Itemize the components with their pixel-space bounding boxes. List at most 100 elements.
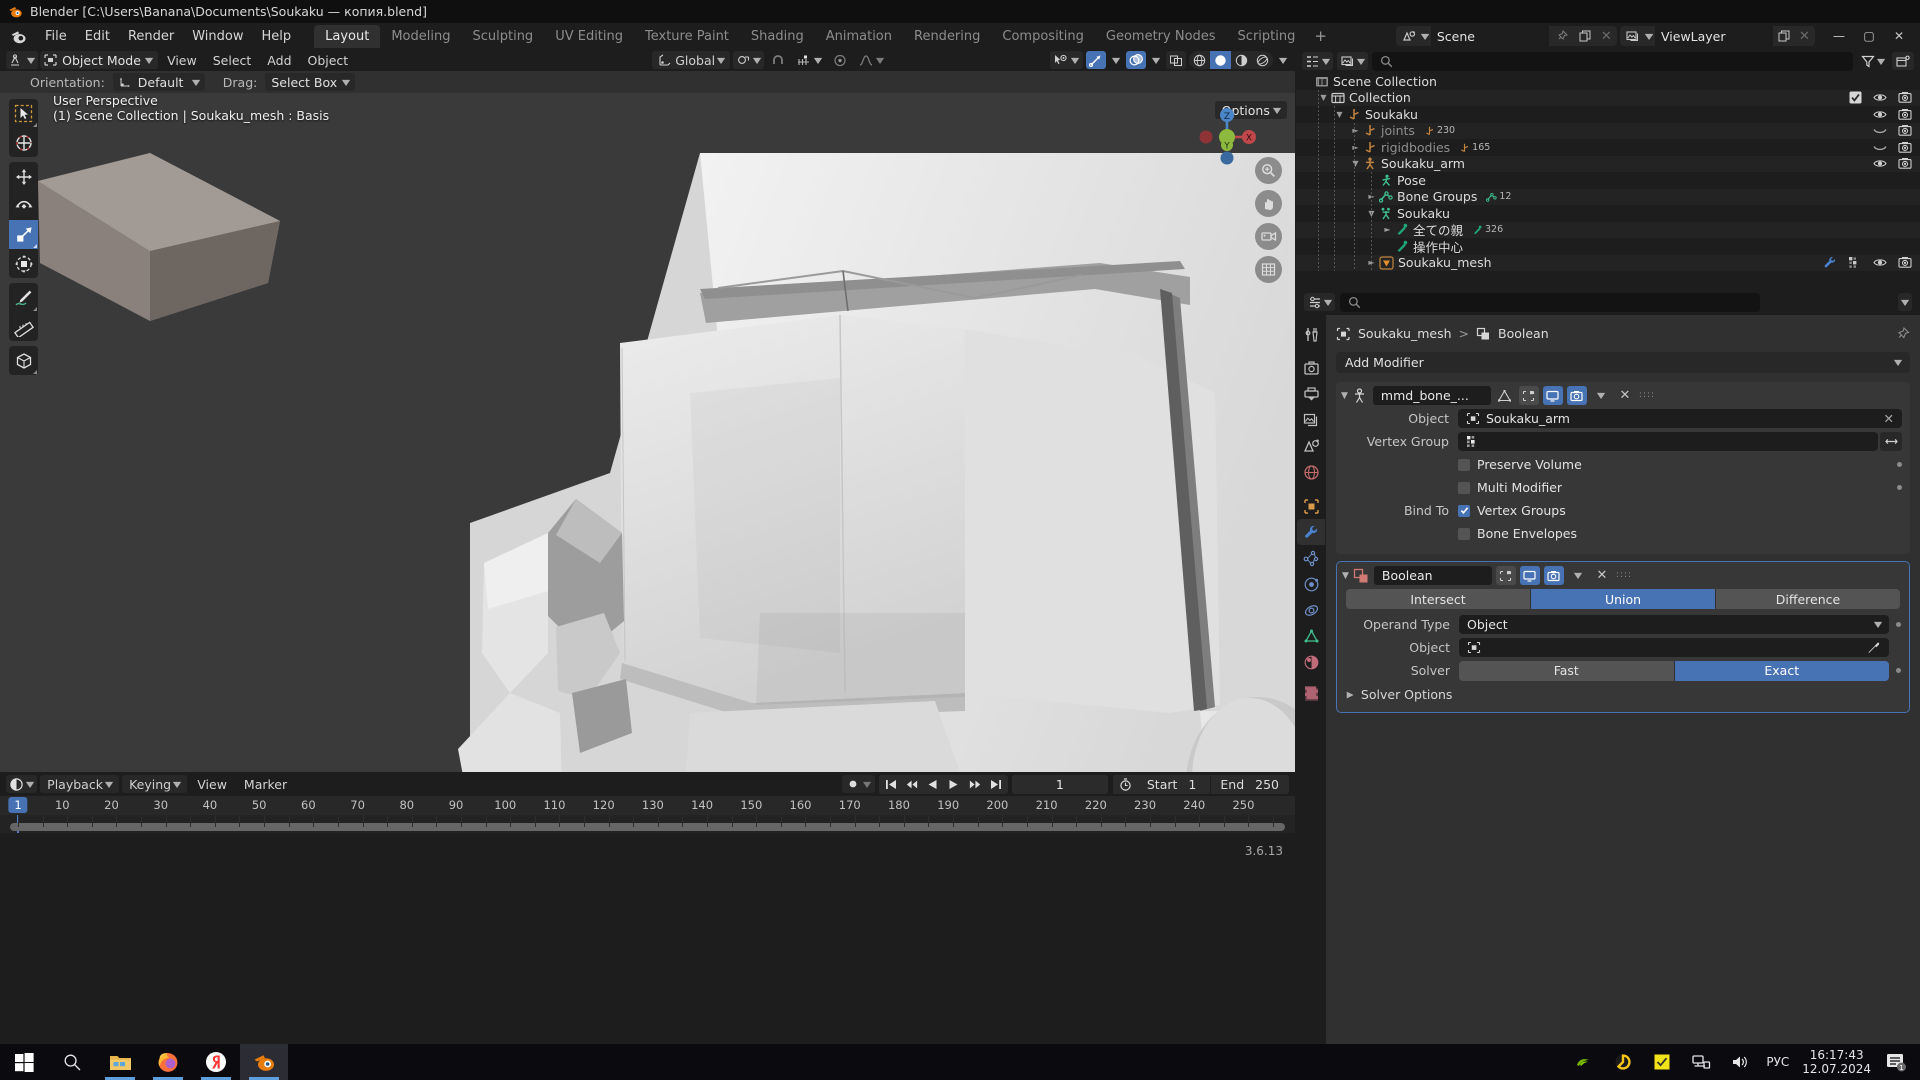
shading-mode-group[interactable] [1188,51,1273,69]
modifier-drag-handle[interactable]: :::: [1639,391,1654,400]
timeline-view-menu[interactable]: View [190,775,234,794]
tool-tweak[interactable] [9,99,38,128]
jump-to-end-button[interactable] [986,775,1006,793]
workspace-tab-texture-paint[interactable]: Texture Paint [634,25,740,48]
hide-in-viewport-icon[interactable] [1873,141,1887,154]
use-preview-range-icon[interactable] [1111,774,1138,794]
pin-scene-icon[interactable] [1549,30,1575,42]
end-frame-value[interactable]: 250 [1253,775,1289,794]
workspace-tab-geometry-nodes[interactable]: Geometry Nodes [1095,25,1227,48]
properties-editor-type-button[interactable]: ▼ [1304,293,1336,311]
viewport-menu-view[interactable]: View [160,51,204,70]
scene-name[interactable]: Scene [1430,26,1549,46]
outliner-row--[interactable]: 操作中心 [1296,238,1920,255]
modifier-render-toggle[interactable] [1566,386,1587,405]
window-close-button[interactable]: ✕ [1884,25,1914,48]
animate-property-dot[interactable] [1896,668,1901,673]
tab-texture[interactable] [1297,681,1325,707]
disable-in-renders-icon[interactable] [1898,108,1912,121]
outliner-row-icons[interactable] [1873,108,1912,121]
search-button[interactable] [48,1044,96,1080]
tab-world[interactable] [1297,459,1325,485]
timeline-marker-menu[interactable]: Marker [237,775,294,794]
outliner-row-soukaku[interactable]: ▼Soukaku [1296,205,1920,222]
auto-keying-toggle[interactable]: ▼ [841,775,875,793]
outliner-search-input[interactable] [1372,51,1853,71]
timeline-track-area[interactable] [0,815,1295,833]
new-scene-button[interactable] [1574,26,1596,46]
proportional-falloff-selector[interactable]: ▼ [854,51,887,69]
outliner-filter-button[interactable]: ▼ [1857,52,1888,70]
hide-in-viewport-icon[interactable] [1873,256,1887,269]
scene-selector[interactable]: ▼ Scene ✕ [1395,26,1617,46]
drag-dropdown[interactable]: Select Box ▼ [265,73,356,91]
solver-fast[interactable]: Fast [1459,660,1675,681]
boolean-op-union[interactable]: Union [1531,589,1716,609]
outliner-row-scene-collection[interactable]: Scene Collection [1296,73,1920,90]
modifier-panel-armature[interactable]: ▼ mmd_bone_... ▼ ✕:::: Object Soukaku_a… [1336,382,1910,554]
tool-move[interactable] [9,162,38,191]
proportional-editing-toggle[interactable] [829,51,851,69]
editor-type-button[interactable]: ▼ [6,51,39,69]
zoom-view-button[interactable] [1255,157,1282,184]
blender-taskbar-button[interactable] [240,1044,288,1080]
outliner-row-icons[interactable] [1873,157,1912,170]
disable-in-renders-icon[interactable] [1898,157,1912,170]
animate-property-dot[interactable] [1897,462,1902,467]
move-view-button[interactable] [1255,190,1282,217]
tool-annotate[interactable] [9,283,38,312]
timeline-editor[interactable]: ▼ Playback ▼ Keying ▼ View Marker ▼ 1 St… [0,772,1295,840]
modifier-render-toggle[interactable] [1543,566,1564,585]
modifier-realtime-toggle[interactable] [1542,386,1563,405]
transform-orientation-selector[interactable]: Global ▼ [652,51,731,69]
outliner-editor-type-button[interactable]: ▼ [1302,52,1334,70]
modifier-name-field[interactable]: Boolean [1373,566,1492,585]
tool-scale[interactable] [9,220,38,249]
disable-in-renders-icon[interactable] [1898,124,1912,137]
tab-tool[interactable] [1297,321,1325,347]
overlays-toggle[interactable] [1125,51,1146,69]
workspace-tab-modeling[interactable]: Modeling [380,25,461,48]
viewlayer-name[interactable]: ViewLayer [1655,26,1773,46]
properties-options-button[interactable]: ▼ [1897,293,1912,311]
tool-measure[interactable] [9,312,38,341]
outliner-row-icons[interactable] [1823,256,1912,269]
properties-tab-column[interactable] [1296,315,1326,1064]
taskbar-clock[interactable]: 16:17:43 12.07.2024 [1802,1048,1871,1076]
modifier-on-cage-toggle[interactable] [1495,386,1515,405]
collapse-icon[interactable]: ▼ [1342,571,1349,581]
multi-modifier-checkbox[interactable] [1458,481,1470,494]
workspace-tab-uv-editing[interactable]: UV Editing [544,25,634,48]
gizmos-toggle[interactable] [1085,51,1106,69]
disable-in-renders-icon[interactable] [1898,256,1912,269]
firefox-button[interactable] [144,1044,192,1080]
clear-object-button[interactable]: ✕ [1884,411,1894,426]
overlays-dropdown[interactable]: ▼ [1149,51,1163,69]
snap-magnet-button[interactable] [767,51,789,69]
modifier-header[interactable]: ▼ Boolean ▼ ✕ :::: [1337,562,1909,586]
visibility-selector[interactable]: ▼ [1050,51,1083,69]
window-minimize-button[interactable]: — [1824,25,1854,48]
pin-id-icon[interactable] [1895,326,1910,341]
network-tray-icon[interactable] [1688,1049,1714,1075]
outliner-row-icons[interactable] [1849,91,1912,104]
workspace-tab-sculpting[interactable]: Sculpting [461,25,544,48]
modifier-indicator-icon[interactable] [1823,256,1837,269]
bind-vertex-groups-checkbox[interactable] [1458,504,1470,517]
eyedropper-icon[interactable] [1867,641,1881,654]
3d-viewport[interactable]: User Perspective (1) Scene Collection | … [0,93,1295,772]
delete-scene-button[interactable]: ✕ [1596,26,1617,46]
viewport-nav-buttons[interactable] [1255,157,1282,283]
tab-particles[interactable] [1297,545,1325,571]
modifier-realtime-toggle[interactable] [1519,566,1540,585]
tray-app-icon[interactable] [1610,1049,1636,1075]
modifier-delete-button[interactable]: ✕ [1615,386,1635,405]
shading-material-preview[interactable] [1231,51,1252,69]
viewport-toolbar[interactable] [9,99,38,380]
start-button[interactable] [0,1044,48,1080]
armature-object-field[interactable]: Soukaku_arm ✕ [1458,409,1902,428]
blender-menu-icon[interactable] [10,28,27,45]
solver-segmented[interactable]: Fast Exact [1459,660,1889,681]
collapse-icon[interactable]: ▼ [1341,391,1348,401]
language-indicator[interactable]: РУС [1766,1055,1789,1069]
